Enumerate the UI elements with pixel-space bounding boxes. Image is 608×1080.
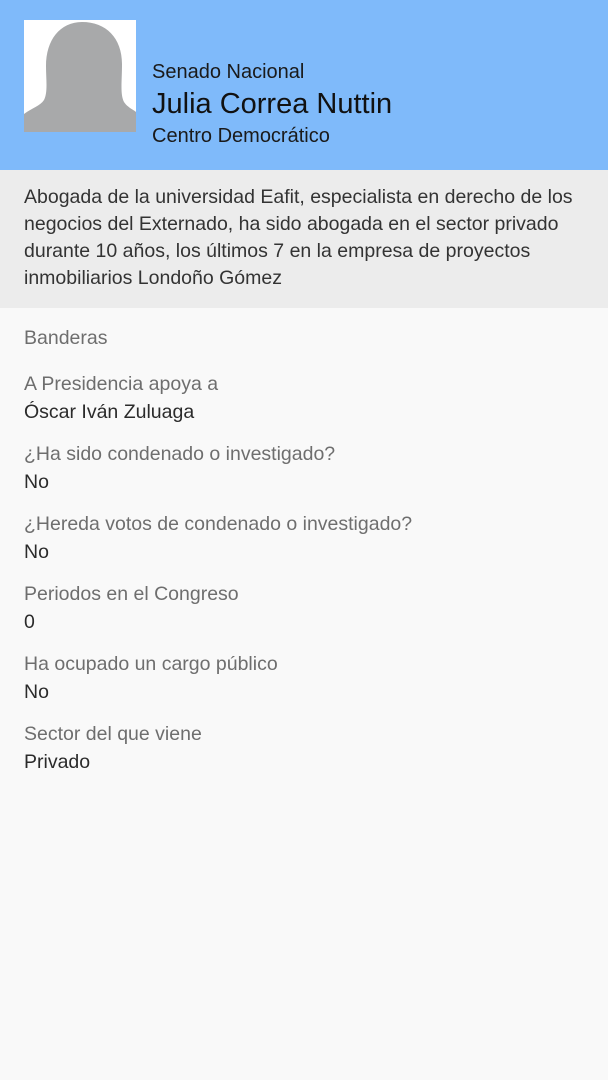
chamber-label: Senado Nacional [152, 61, 305, 83]
candidate-name: Julia Correa Nuttin [152, 88, 393, 120]
flag-label: Ha ocupado un cargo público [24, 653, 278, 675]
flag-value: No [24, 471, 49, 493]
flag-label: Periodos en el Congreso [24, 583, 239, 605]
party-label: Centro Democrático [152, 125, 330, 147]
flag-item-convicted: ¿Ha sido condenado o investigado? No [24, 440, 584, 496]
flag-value: No [24, 541, 49, 563]
flag-item-presidency: A Presidencia apoya a Óscar Iván Zuluaga [24, 370, 584, 426]
header-text: Senado Nacional Julia Correa Nuttin Cent… [152, 58, 592, 150]
flag-value: Privado [24, 751, 91, 773]
flag-item-inherited-votes: ¿Hereda votos de condenado o investigado… [24, 510, 584, 566]
flag-label: ¿Hereda votos de condenado o investigado… [24, 513, 413, 535]
flag-label: Sector del que viene [24, 723, 202, 745]
biography: Abogada de la universidad Eafit, especia… [0, 170, 608, 308]
flag-item-congress-periods: Periodos en el Congreso 0 [24, 580, 584, 636]
avatar [24, 20, 136, 132]
flag-item-public-office: Ha ocupado un cargo público No [24, 650, 584, 706]
flags-title: Banderas [24, 327, 108, 349]
person-silhouette-icon [24, 22, 136, 132]
profile-header: Senado Nacional Julia Correa Nuttin Cent… [0, 0, 608, 170]
flag-value: No [24, 681, 49, 703]
flags-section: Banderas A Presidencia apoya a Óscar Ivá… [0, 308, 608, 776]
flag-label: A Presidencia apoya a [24, 373, 219, 395]
flag-value: Óscar Iván Zuluaga [24, 401, 195, 423]
flag-item-sector: Sector del que viene Privado [24, 720, 584, 776]
flag-value: 0 [24, 611, 35, 633]
flag-label: ¿Ha sido condenado o investigado? [24, 443, 336, 465]
